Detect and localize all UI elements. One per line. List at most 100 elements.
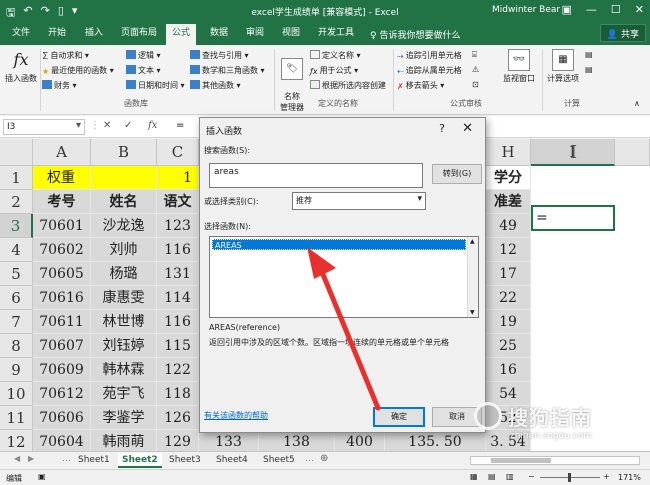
add-sheet-icon[interactable]: ⊕ — [320, 453, 328, 464]
define-name-button[interactable]: 定义名称 ▾ — [310, 50, 361, 61]
table-cell[interactable]: 苑宇飞 — [91, 382, 157, 406]
table-cell[interactable]: 刘钰婷 — [91, 334, 157, 358]
row-header[interactable]: 8 — [0, 334, 33, 358]
cell-h1[interactable]: 学分 — [486, 166, 531, 190]
column-header-h[interactable]: H — [486, 139, 531, 166]
table-cell[interactable]: 沙龙逸 — [91, 214, 157, 238]
cancel-icon[interactable]: ✕ — [103, 120, 111, 131]
row-header[interactable]: 4 — [0, 238, 33, 262]
tell-me-search[interactable]: ♀ 告诉我你想要做什么 — [370, 28, 460, 41]
table-cell[interactable]: 70605 — [33, 262, 91, 286]
use-in-formula-button[interactable]: ƒx 用于公式 ▾ — [310, 65, 358, 76]
financial-button[interactable]: 财务 ▾ — [42, 80, 77, 91]
show-formulas-icon[interactable]: ⌸ — [472, 50, 477, 60]
tab-developer[interactable]: 开发工具 — [312, 26, 360, 45]
formula-input[interactable]: = — [176, 120, 184, 131]
table-cell[interactable]: 17 — [486, 262, 531, 286]
autosum-button[interactable]: Σ 自动求和 ▾ — [42, 50, 89, 62]
table-cell[interactable]: 49 — [486, 214, 531, 238]
category-select[interactable]: 推荐 ▾ — [292, 192, 426, 210]
cell-e13[interactable]: 138 — [259, 430, 335, 451]
tab-file[interactable]: 文件 — [6, 26, 36, 45]
table-cell[interactable]: 康惠雯 — [91, 286, 157, 310]
table-cell[interactable]: 70612 — [33, 382, 91, 406]
tab-review[interactable]: 审阅 — [240, 26, 270, 45]
row-header[interactable]: 1 — [0, 166, 33, 190]
more-sheets-icon[interactable]: … — [305, 454, 314, 464]
row-header[interactable]: 10 — [0, 382, 33, 406]
remove-arrows-button[interactable]: ✗ 移去箭头 ▾ — [397, 80, 444, 91]
zoom-out-icon[interactable]: − — [528, 472, 535, 481]
cell-c2[interactable]: 语文 — [157, 190, 199, 214]
next-sheet-icon[interactable]: ▶ — [28, 454, 34, 463]
table-cell[interactable]: 118 — [157, 382, 199, 406]
table-cell[interactable]: 12 — [486, 238, 531, 262]
enter-icon[interactable]: ✓ — [124, 120, 132, 131]
help-question-icon[interactable]: ? — [439, 122, 445, 135]
tab-formulas[interactable]: 公式 — [166, 24, 197, 45]
chevron-down-icon[interactable]: ▾ — [76, 120, 81, 131]
list-item[interactable]: AREAS — [212, 239, 466, 250]
row-header[interactable]: 9 — [0, 358, 33, 382]
calc-now-icon[interactable]: ▤ — [585, 50, 593, 59]
list-scrollbar[interactable]: ▲ ▼ — [467, 237, 478, 317]
table-cell[interactable]: 70601 — [33, 214, 91, 238]
table-cell[interactable]: 16 — [486, 358, 531, 382]
more-sheets-icon[interactable]: … — [62, 454, 71, 464]
table-cell[interactable]: 114 — [157, 286, 199, 310]
calculation-options-button[interactable]: ▦ 计算选项 — [544, 49, 582, 84]
table-cell[interactable]: 李鉴学 — [91, 406, 157, 430]
user-name[interactable]: Midwinter Bear — [492, 5, 560, 15]
cell-d13[interactable]: 133 — [199, 430, 259, 451]
prev-sheet-icon[interactable]: ◀ — [14, 454, 20, 463]
maximize-icon[interactable]: ☐ — [611, 3, 621, 16]
dialog-close-icon[interactable]: ✕ — [462, 121, 473, 136]
tab-page-layout[interactable]: 页面布局 — [115, 26, 163, 45]
table-cell[interactable]: 林世博 — [91, 310, 157, 334]
math-button[interactable]: 数学和三角函数 ▾ — [190, 65, 265, 76]
cell-c1[interactable]: 1 — [157, 166, 199, 190]
create-from-selection-button[interactable]: 根据所选内容创建 — [310, 80, 386, 91]
table-cell[interactable]: 70609 — [33, 358, 91, 382]
page-break-view-icon[interactable]: ▥ — [506, 472, 514, 481]
select-all-corner[interactable] — [0, 139, 33, 166]
cell-a2[interactable]: 考号 — [33, 190, 91, 214]
table-cell[interactable]: 123 — [157, 214, 199, 238]
ok-button[interactable]: 确定 — [373, 407, 425, 427]
row-header[interactable]: 7 — [0, 310, 33, 334]
logical-button[interactable]: 逻辑 ▾ — [126, 50, 161, 61]
fx-icon[interactable]: fx — [148, 120, 157, 131]
table-cell[interactable]: 70611 — [33, 310, 91, 334]
function-list[interactable]: AREAS ▲ ▼ — [209, 236, 479, 318]
column-header-a[interactable]: A — [33, 139, 91, 166]
sheet-tab-1[interactable]: Sheet1 — [74, 453, 114, 468]
datetime-button[interactable]: 日期和时间 ▾ — [126, 80, 185, 91]
table-cell[interactable]: 126 — [157, 406, 199, 430]
normal-view-icon[interactable]: ▦ — [470, 472, 478, 481]
active-cell-i3[interactable]: = — [531, 205, 615, 231]
sheet-tab-3[interactable]: Sheet3 — [165, 453, 205, 468]
table-cell[interactable]: 25 — [486, 334, 531, 358]
row-header[interactable]: 3 — [0, 214, 33, 238]
sheet-tab-4[interactable]: Sheet4 — [212, 453, 252, 468]
lookup-button[interactable]: 查找与引用 ▾ — [190, 50, 249, 61]
collapse-ribbon-icon[interactable]: ∧ — [634, 99, 640, 108]
go-button[interactable]: 转到(G) — [432, 164, 482, 184]
table-cell[interactable]: 131 — [157, 262, 199, 286]
zoom-slider-thumb[interactable] — [568, 473, 571, 482]
ribbon-display-icon[interactable]: ▣ — [562, 3, 572, 16]
table-cell[interactable]: 122 — [157, 358, 199, 382]
zoom-level[interactable]: 171% — [618, 473, 641, 482]
row-header[interactable]: 12 — [0, 430, 33, 451]
column-header-b[interactable]: B — [91, 139, 157, 166]
recent-functions-button[interactable]: ★ 最近使用的函数 ▾ — [42, 65, 114, 76]
function-help-link[interactable]: 有关该函数的帮助 — [204, 410, 268, 421]
row-header[interactable]: 11 — [0, 406, 33, 430]
tab-insert[interactable]: 插入 — [79, 26, 109, 45]
horizontal-scrollbar[interactable] — [470, 456, 640, 465]
other-functions-button[interactable]: 其他函数 ▾ — [190, 80, 241, 91]
close-icon[interactable]: ✕ — [635, 3, 644, 16]
row-header[interactable]: 2 — [0, 190, 33, 214]
cell-a1[interactable]: 权重 — [33, 166, 91, 190]
insert-function-button[interactable]: fx 插入函数 — [4, 49, 38, 84]
